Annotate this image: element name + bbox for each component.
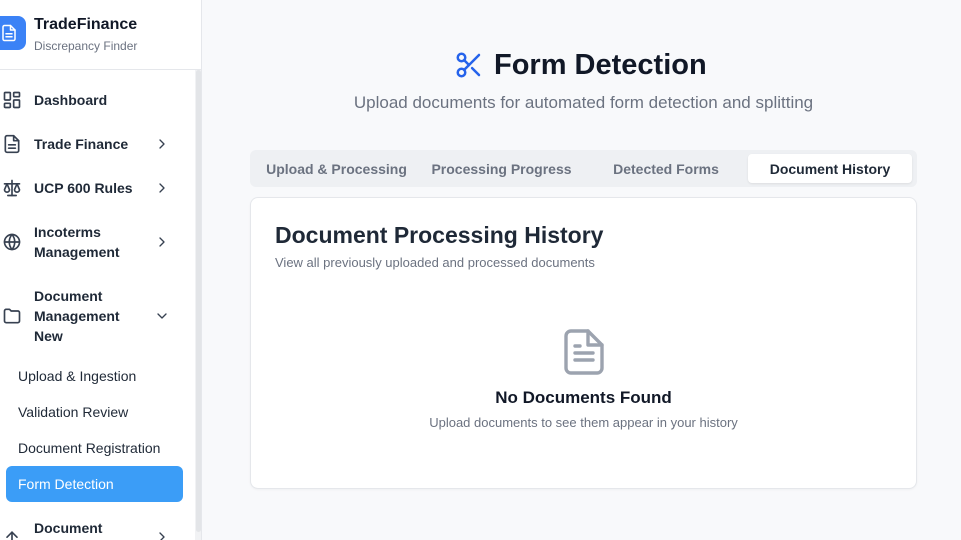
brand-logo <box>0 16 26 50</box>
chevron-right-icon <box>159 183 165 193</box>
tab-list: Upload & Processing Processing Progress … <box>250 150 917 187</box>
scissors-icon <box>456 52 481 78</box>
page-subtitle: Upload documents for automated form dete… <box>353 93 814 112</box>
file-text-icon <box>4 134 20 154</box>
sidebar-item-ucp-600-rules[interactable]: UCP 600 Rules <box>0 176 190 200</box>
folder-icon <box>3 308 21 324</box>
page-header: Form Detection <box>454 47 707 83</box>
sidebar-item-label: Trade Finance <box>34 136 129 152</box>
main-content: Form Detection Upload documents for auto… <box>202 0 961 540</box>
tab-processing-progress[interactable]: Processing Progress <box>419 154 584 183</box>
sidebar-item-dashboard[interactable]: Dashboard <box>0 88 190 112</box>
sidebar-subitem-form-detection[interactable]: Form Detection <box>6 466 183 502</box>
sidebar-subitem-label: Upload & Ingestion <box>18 368 137 384</box>
sidebar-subitem-upload-ingestion[interactable]: Upload & Ingestion <box>6 358 183 394</box>
chevron-right-icon <box>159 139 165 149</box>
sidebar-subitem-validation-review[interactable]: Validation Review <box>6 394 183 430</box>
dashboard-grid-icon <box>3 91 21 109</box>
sidebar-item-label: Dashboard <box>34 92 108 108</box>
sidebar: TradeFinance Discrepancy Finder Dashboar… <box>0 0 202 540</box>
sidebar-item-incoterms-management[interactable]: Incoterms Management <box>0 222 190 262</box>
tab-upload-processing[interactable]: Upload & Processing <box>254 154 419 183</box>
file-text-icon <box>2 24 16 42</box>
file-document-icon <box>564 329 604 375</box>
sidebar-item-label: UCP 600 Rules <box>34 180 133 196</box>
sidebar-item-document-management[interactable]: Document Management New <box>0 286 190 346</box>
sidebar-item-document[interactable]: Document <box>0 518 190 540</box>
brand-subtitle: Discrepancy Finder <box>34 39 138 53</box>
card-title: Document Processing History <box>275 222 604 248</box>
page-title: Form Detection <box>494 48 707 81</box>
upload-arrow-icon <box>6 531 18 540</box>
sidebar-subitem-document-registration[interactable]: Document Registration <box>6 430 183 466</box>
history-card: Document Processing History View all pre… <box>250 197 917 489</box>
sidebar-item-trade-finance[interactable]: Trade Finance <box>0 132 190 156</box>
sidebar-subitem-label: Document Registration <box>18 440 161 456</box>
chevron-right-icon <box>159 237 165 247</box>
chevron-right-icon <box>159 532 165 540</box>
empty-state-subtitle: Upload documents to see them appear in y… <box>429 415 738 430</box>
sidebar-scrollbar-thumb[interactable] <box>196 70 201 532</box>
card-subtitle: View all previously uploaded and process… <box>275 255 595 270</box>
chevron-down-icon <box>157 313 167 319</box>
sidebar-subitem-label: Form Detection <box>18 476 114 492</box>
sidebar-item-label: Document Management New <box>34 288 120 344</box>
brand-title: TradeFinance <box>34 16 138 33</box>
sidebar-subitem-label: Validation Review <box>18 404 129 420</box>
brand-header: TradeFinance Discrepancy Finder <box>0 0 201 70</box>
tab-document-history[interactable]: Document History <box>748 154 912 183</box>
tab-detected-forms[interactable]: Detected Forms <box>584 154 748 183</box>
empty-state-title: No Documents Found <box>495 388 672 407</box>
scale-icon <box>3 179 21 197</box>
globe-icon <box>3 233 21 251</box>
sidebar-item-label: Document <box>34 520 103 536</box>
sidebar-item-label: Incoterms Management <box>34 224 120 260</box>
